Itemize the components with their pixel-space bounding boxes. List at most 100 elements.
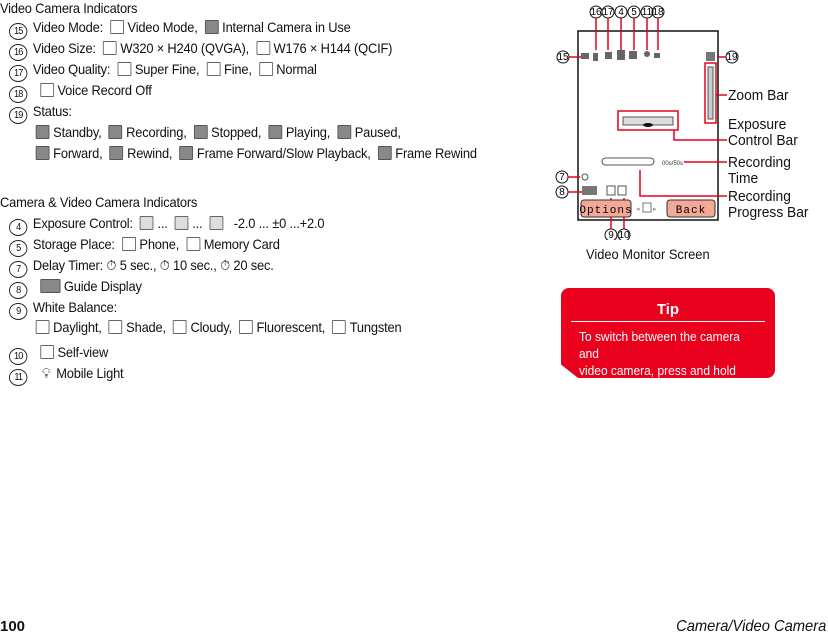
status-icon: [706, 52, 715, 61]
callout-number: 8: [9, 282, 28, 299]
tip-line-1: To switch between the camera and: [579, 329, 740, 361]
option-text: Self-view: [57, 344, 109, 360]
item-label: Video Quality:: [32, 61, 111, 77]
item-label: Status:: [32, 103, 72, 119]
callout-number: 7: [9, 261, 28, 278]
tip-text: To switch between the camera and video c…: [579, 328, 759, 395]
label-zoom-bar: Zoom Bar: [728, 87, 789, 104]
option-text: Frame Forward/Slow Playback,: [196, 145, 371, 161]
voice-off-icon: [654, 53, 660, 58]
item-mobile-light: 11 💡︎ Mobile Light: [9, 365, 124, 386]
item-delay-timer: 7 Delay Timer: ⏱ 5 sec., ⏱ 10 sec., ⏱ 20 …: [9, 257, 274, 278]
callout-number: 10: [9, 348, 28, 365]
timer-20-icon: ⏱: [220, 257, 230, 273]
svg-text:◂: ◂: [636, 206, 640, 213]
label-rec-progress-2: Progress Bar: [728, 204, 809, 221]
phone-storage-icon: [121, 237, 136, 251]
status-row-2: Forward, Rewind, Frame Forward/Slow Play…: [32, 145, 477, 161]
item-storage: 5 Storage Place: Phone, Memory Card: [9, 236, 280, 257]
svg-text:Options: Options: [579, 205, 632, 217]
voice-off-icon: [40, 83, 54, 97]
callout-number: 18: [9, 86, 28, 103]
item-label: Exposure Control:: [32, 215, 133, 231]
camera-section-title: Camera & Video Camera Indicators: [0, 194, 198, 210]
option-text: Rewind,: [127, 145, 173, 161]
diagram-caption: Video Monitor Screen: [586, 246, 710, 262]
option-text: Stopped,: [211, 124, 262, 140]
shade-icon: [108, 320, 123, 334]
internal-camera-icon: [204, 20, 219, 34]
callout-4: 4: [614, 5, 628, 19]
svg-text:7: 7: [559, 172, 565, 183]
options-softkey[interactable]: Options: [579, 199, 632, 218]
status-row-1: Standby, Recording, Stopped, Playing, Pa…: [32, 124, 401, 140]
frame-forward-icon: [179, 146, 194, 160]
video-section-title: Video Camera Indicators: [0, 0, 138, 16]
callout-17: 17: [601, 5, 615, 19]
item-label: Storage Place:: [32, 236, 115, 252]
qvga-icon: [102, 41, 117, 55]
label-exposure-1: Exposure: [728, 116, 787, 133]
option-text: 10 sec.,: [173, 257, 217, 273]
option-text: Video Mode,: [127, 19, 198, 35]
guide-display-icon: [582, 186, 597, 195]
qcif-icon: [256, 41, 270, 55]
white-balance-options: Daylight, Shade, Cloudy, Fluorescent, Tu…: [32, 319, 402, 335]
tungsten-icon: [332, 320, 347, 334]
item-self-view: 10 Self-view: [9, 344, 108, 365]
callout-number: 5: [9, 240, 28, 257]
video-mode-icon: [581, 53, 589, 59]
daylight-icon: [35, 320, 50, 334]
svg-text:16: 16: [590, 7, 602, 18]
video-size-icon: [593, 53, 598, 61]
stopped-icon: [193, 125, 208, 139]
option-text: Normal: [276, 61, 317, 77]
self-view-icon: [40, 345, 54, 359]
callout-10: 10: [617, 228, 631, 240]
svg-text:8: 8: [559, 187, 565, 198]
tip-line-2: video camera, press and hold: [579, 363, 736, 378]
callout-5: 5: [627, 5, 641, 19]
callout-number: 16: [9, 44, 28, 61]
callout-19: 19: [725, 50, 739, 64]
option-text: Daylight,: [53, 319, 102, 335]
label-exposure-2: Control Bar: [728, 132, 798, 149]
item-white-balance: 9 White Balance:: [9, 299, 117, 320]
item-guide-display: 8 Guide Display: [9, 278, 142, 299]
svg-text:15: 15: [557, 52, 569, 63]
section-title: Camera/Video Camera: [675, 618, 826, 635]
svg-text:Back: Back: [676, 205, 706, 217]
recording-time: 00s/50s: [662, 161, 683, 167]
item-video-quality: 17 Video Quality: Super Fine, Fine, Norma…: [9, 61, 317, 82]
fluorescent-icon: [239, 320, 253, 334]
option-text: Phone,: [139, 236, 180, 252]
exposure-plus-icon: [209, 216, 224, 230]
option-text: Playing,: [285, 124, 331, 140]
item-label: Video Size:: [32, 40, 96, 56]
label-rec-time-2: Time: [728, 170, 759, 187]
normal-icon: [258, 62, 273, 76]
playing-icon: [268, 125, 283, 139]
svg-text:10: 10: [618, 230, 630, 240]
zoom-bar[interactable]: [707, 66, 714, 120]
svg-text:11: 11: [642, 7, 653, 18]
recording-icon: [108, 125, 123, 139]
storage-icon: [629, 51, 637, 59]
option-text: Shade,: [126, 319, 166, 335]
back-softkey[interactable]: Back: [666, 199, 716, 218]
tip-end: .: [612, 380, 616, 395]
option-text: Mobile Light: [56, 365, 124, 381]
item-label: White Balance:: [32, 299, 117, 315]
memory-card-icon: [186, 237, 201, 251]
item-video-size: 16 Video Size: W320 × H240 (QVGA), W176 ×…: [9, 40, 392, 61]
svg-text:4: 4: [618, 7, 624, 18]
option-text: Fluorescent,: [256, 319, 326, 335]
option-text: Memory Card: [203, 236, 280, 252]
item-voice-record: 18 Voice Record Off: [9, 82, 152, 103]
rewind-icon: [109, 146, 124, 160]
svg-text:18: 18: [652, 7, 664, 18]
callout-9: 9: [604, 228, 618, 240]
recording-progress-bar: [601, 157, 655, 166]
callout-number: 19: [9, 107, 28, 124]
callout-number: 9: [9, 303, 28, 320]
